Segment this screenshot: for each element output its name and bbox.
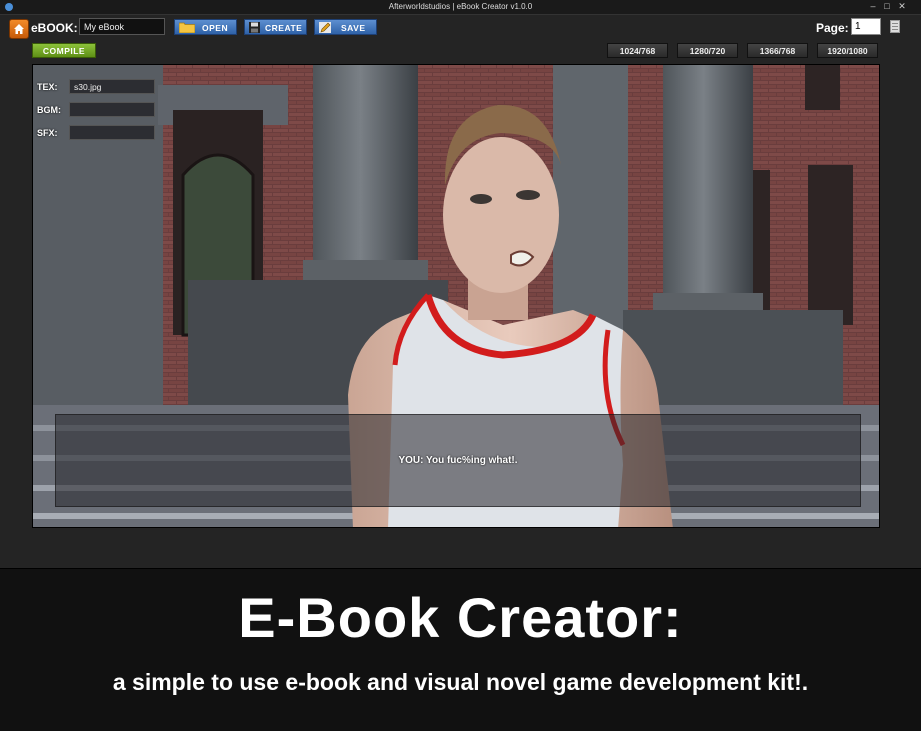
window-title: Afterworldstudios | eBook Creator v1.0.0: [388, 2, 533, 11]
document-icon[interactable]: [890, 20, 900, 33]
folder-icon: [179, 22, 195, 33]
minimize-icon[interactable]: –: [867, 1, 879, 12]
resolution-button-1280x720[interactable]: 1280/720: [677, 43, 738, 58]
texture-input[interactable]: [69, 79, 155, 94]
close-icon[interactable]: ✕: [896, 1, 908, 12]
promo-banner: E-Book Creator: a simple to use e-book a…: [0, 569, 921, 731]
home-button[interactable]: [9, 19, 29, 39]
promo-title: E-Book Creator:: [238, 586, 683, 649]
ebook-name-input[interactable]: [79, 18, 165, 35]
open-button[interactable]: OPEN: [174, 19, 237, 35]
title-bar: Afterworldstudios | eBook Creator v1.0.0…: [0, 0, 921, 15]
promo-subtitle: a simple to use e-book and visual novel …: [112, 669, 809, 695]
app-window: Afterworldstudios | eBook Creator v1.0.0…: [0, 0, 921, 569]
resolution-button-1366x768[interactable]: 1366/768: [747, 43, 808, 58]
create-button[interactable]: CREATE: [244, 19, 307, 35]
home-icon: [14, 24, 24, 34]
compile-button[interactable]: COMPILE: [32, 43, 96, 58]
page-label: Page:: [816, 21, 849, 35]
tex-label: TEX:: [37, 82, 58, 92]
resolution-button-1024x768[interactable]: 1024/768: [607, 43, 668, 58]
save-label: SAVE: [341, 23, 366, 33]
resolution-button-1920x1080[interactable]: 1920/1080: [817, 43, 878, 58]
page-number-input[interactable]: [851, 18, 881, 35]
create-label: CREATE: [265, 23, 303, 33]
maximize-icon[interactable]: □: [881, 1, 893, 12]
pencil-icon: [319, 22, 331, 33]
preview-stage[interactable]: TEX: BGM: SFX: YOU: You fuc%ing what!.: [32, 64, 880, 528]
dialogue-box[interactable]: YOU: You fuc%ing what!.: [55, 414, 861, 507]
save-button[interactable]: SAVE: [314, 19, 377, 35]
toolbar: eBOOK: OPEN CREATE SAVE Page:: [0, 15, 921, 40]
bgm-label: BGM:: [37, 105, 61, 115]
open-label: OPEN: [202, 23, 229, 33]
ebook-label: eBOOK:: [31, 21, 78, 35]
dialogue-text: YOU: You fuc%ing what!.: [398, 455, 518, 466]
sfx-input[interactable]: [69, 125, 155, 140]
sfx-label: SFX:: [37, 128, 58, 138]
bgm-input[interactable]: [69, 102, 155, 117]
floppy-disk-icon: [249, 22, 260, 33]
